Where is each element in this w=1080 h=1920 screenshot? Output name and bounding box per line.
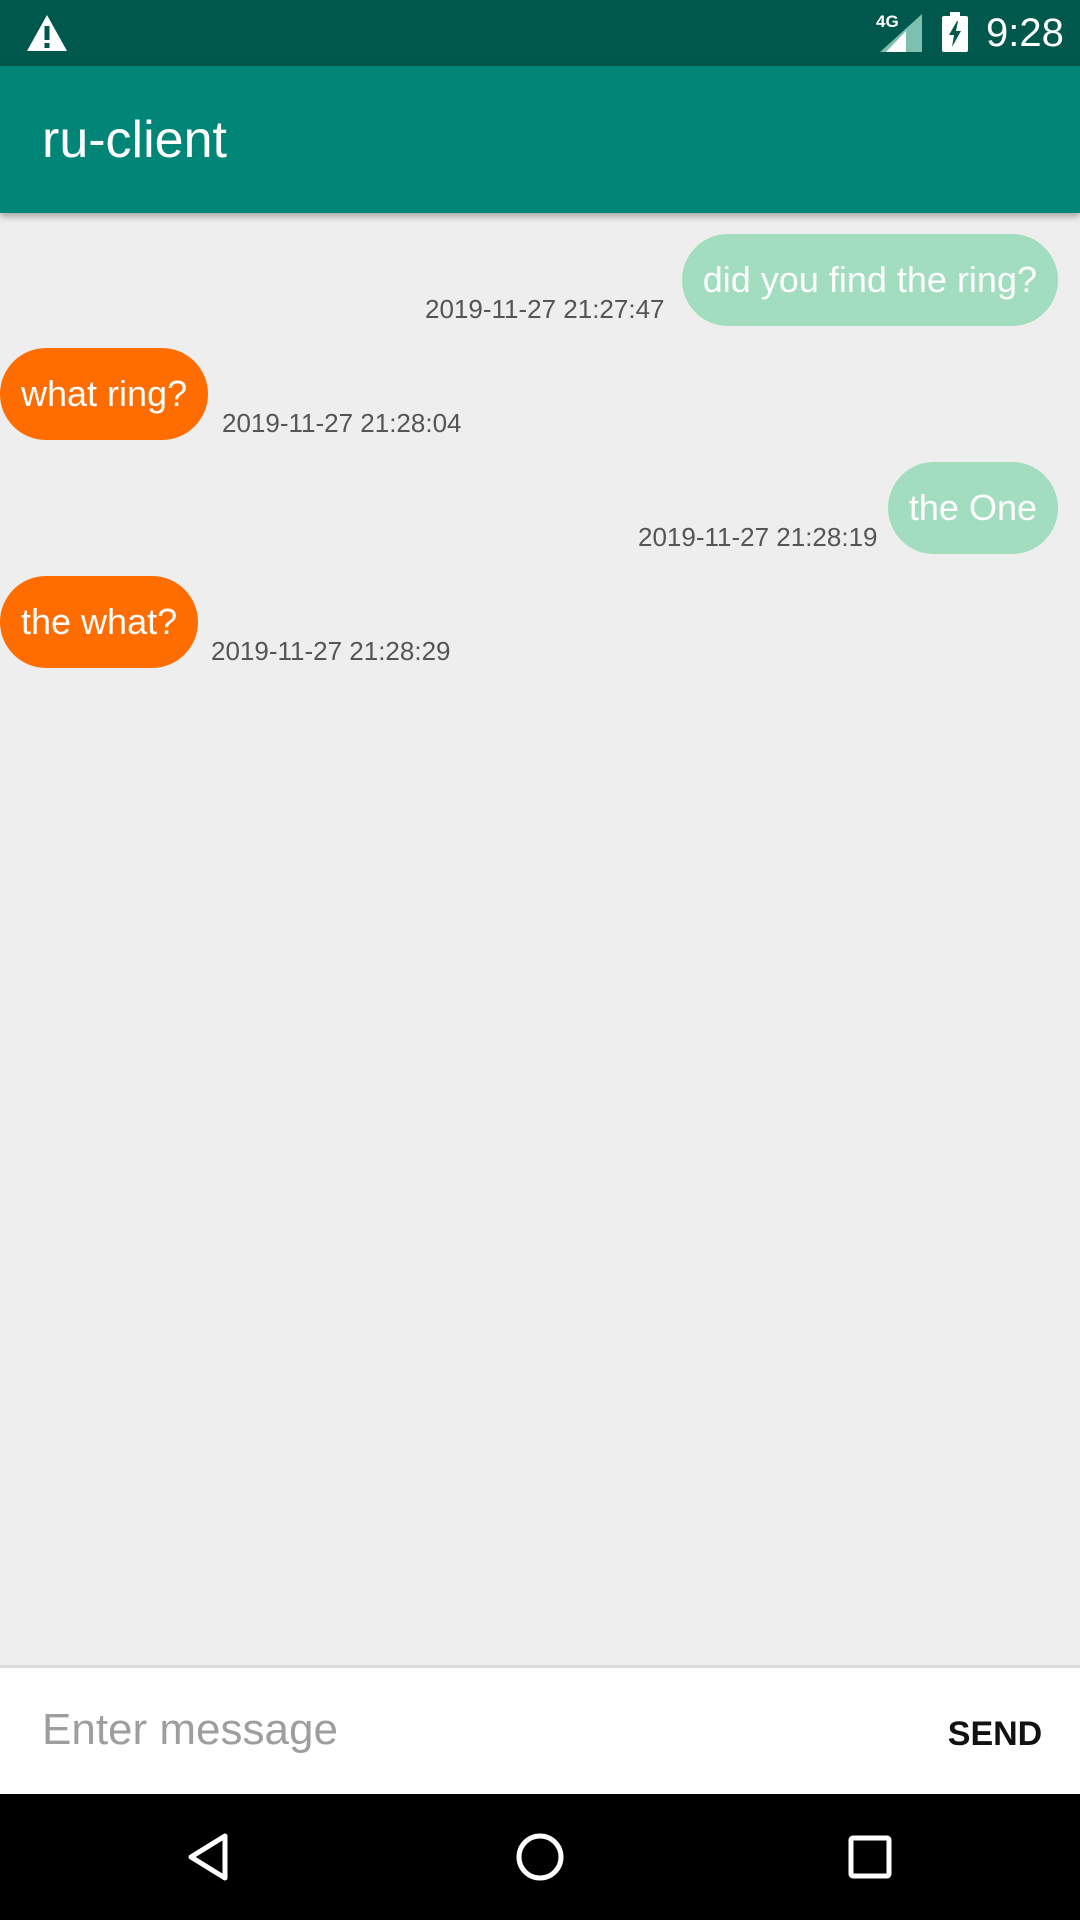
message-composer: SEND bbox=[0, 1665, 1080, 1794]
send-button[interactable]: SEND bbox=[930, 1708, 1060, 1760]
warning-icon bbox=[27, 15, 67, 51]
app-bar: ru-client bbox=[0, 66, 1080, 213]
back-icon[interactable] bbox=[177, 1824, 243, 1890]
status-bar: 4G 9:28 bbox=[0, 0, 1080, 66]
message-timestamp: 2019-11-27 21:28:29 bbox=[211, 636, 451, 666]
battery-charging-icon bbox=[942, 12, 968, 52]
message-list[interactable]: did you find the ring? 2019-11-27 21:27:… bbox=[0, 213, 1080, 1665]
message-input[interactable] bbox=[42, 1694, 882, 1766]
home-icon[interactable] bbox=[507, 1824, 573, 1890]
clock: 9:28 bbox=[986, 11, 1064, 55]
app-title: ru-client bbox=[42, 111, 227, 169]
sent-message-bubble[interactable]: did you find the ring? bbox=[681, 234, 1058, 326]
recents-icon[interactable] bbox=[837, 1824, 903, 1890]
received-message-bubble[interactable]: what ring? bbox=[0, 348, 209, 440]
sent-message-bubble[interactable]: the One bbox=[887, 462, 1058, 554]
received-message-bubble[interactable]: the what? bbox=[0, 576, 199, 668]
message-timestamp: 2019-11-27 21:28:04 bbox=[222, 408, 462, 438]
navigation-bar bbox=[0, 1794, 1080, 1920]
message-timestamp: 2019-11-27 21:28:19 bbox=[638, 522, 878, 552]
signal-icon bbox=[880, 14, 922, 52]
message-timestamp: 2019-11-27 21:27:47 bbox=[425, 294, 665, 324]
